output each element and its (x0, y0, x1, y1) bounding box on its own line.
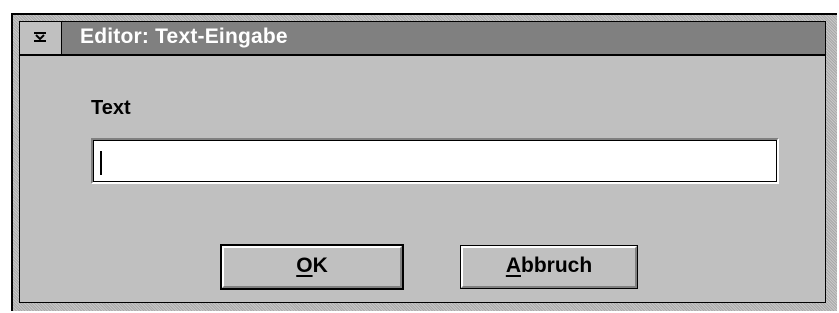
system-menu-button[interactable] (20, 22, 62, 54)
text-input[interactable] (91, 138, 779, 184)
cancel-label-rest: bbruch (521, 254, 593, 277)
system-menu-icon (34, 32, 46, 42)
ok-label-rest: K (312, 254, 328, 277)
title-bar[interactable]: Editor: Text-Eingabe (19, 21, 826, 55)
dialog-window: Editor: Text-Eingabe Text OK Abbruch (11, 13, 837, 311)
text-caret (100, 151, 102, 175)
window-title: Editor: Text-Eingabe (80, 25, 288, 48)
ok-mnemonic: O (296, 254, 313, 277)
ok-button[interactable]: OK (220, 244, 404, 290)
cancel-mnemonic: A (505, 254, 521, 277)
text-field-label: Text (91, 97, 131, 119)
dialog-client-area: Text OK Abbruch (19, 55, 826, 303)
cancel-button[interactable]: Abbruch (460, 245, 638, 289)
